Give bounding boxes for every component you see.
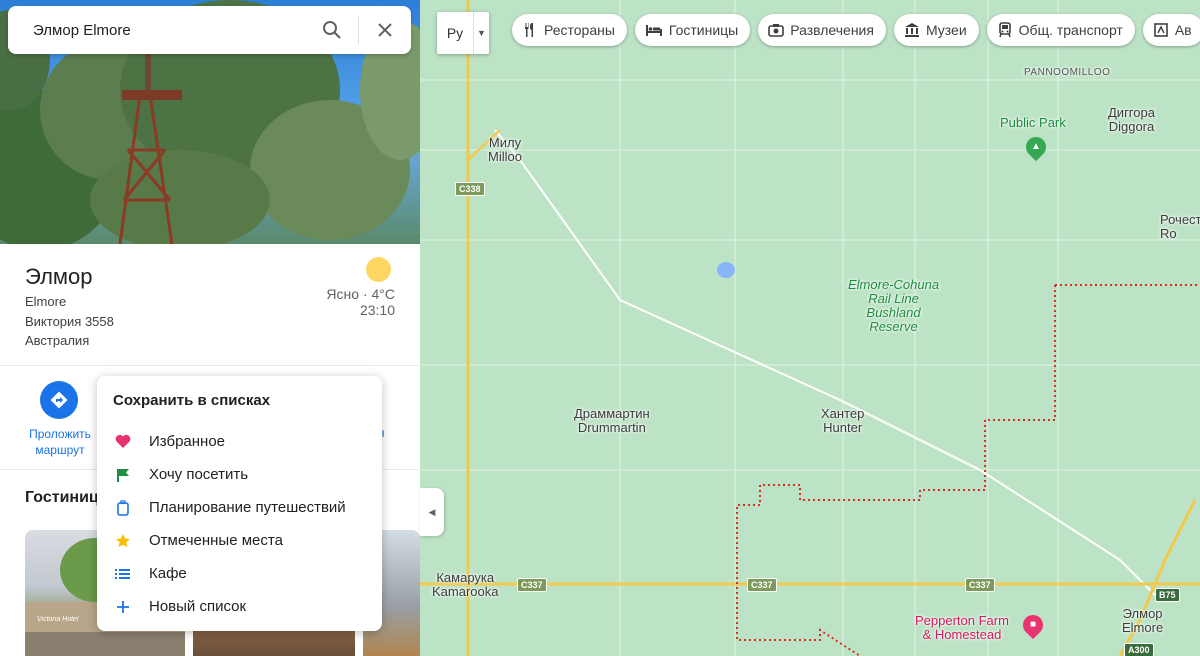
- hotels-heading: Гостиниц: [25, 489, 99, 506]
- save-to-list-menu: Сохранить в списках Избранное Хочу посет…: [97, 376, 382, 631]
- restaurant-icon: [525, 23, 533, 37]
- directions-button[interactable]: [40, 381, 78, 419]
- close-button[interactable]: [359, 6, 411, 54]
- address-line-1: Elmore: [25, 294, 67, 309]
- map-label-public-park[interactable]: Public Park: [1000, 116, 1066, 130]
- category-chips: Рестораны Гостиницы Развлечения Музеи Об…: [512, 14, 1200, 46]
- chip-entertainment[interactable]: Развлечения: [758, 14, 886, 46]
- chip-label: Развлечения: [790, 22, 874, 38]
- chip-label: Музеи: [925, 22, 967, 38]
- menu-item-label: Хочу посетить: [149, 466, 249, 483]
- menu-item-label: Планирование путешествий: [149, 499, 346, 516]
- chip-museums[interactable]: Музеи: [893, 14, 979, 46]
- map-label-pepperton-farm[interactable]: Pepperton Farm & Homestead: [915, 614, 1009, 642]
- map-label-elmore[interactable]: Элмор Elmore: [1122, 607, 1163, 635]
- map-label-elmore-cohuna-reserve[interactable]: Elmore-Cohuna Rail Line Bushland Reserve: [848, 278, 939, 334]
- layer-toggle-label: Ру: [446, 25, 464, 41]
- menu-item-label: Новый список: [149, 598, 247, 615]
- road-shield-a300: A300: [1124, 643, 1154, 656]
- plus-icon: [117, 600, 129, 613]
- search-button[interactable]: [306, 6, 358, 54]
- road-shield-c338: C338: [455, 182, 485, 196]
- sun-icon: [366, 257, 391, 282]
- road-shield-c337: C337: [965, 578, 995, 592]
- menu-item-cafe[interactable]: Кафе: [97, 557, 382, 590]
- chip-hotels[interactable]: Гостиницы: [634, 14, 751, 46]
- suitcase-icon: [117, 499, 129, 516]
- flag-icon: [117, 468, 129, 482]
- chip-label: Гостиницы: [668, 22, 739, 38]
- map-label-pannoomilloo: PANNOOMILLOO: [1024, 67, 1111, 78]
- chip-more[interactable]: Ав: [1142, 14, 1200, 46]
- weather-time: 23:10: [359, 302, 395, 318]
- address-line-2: Виктория 3558: [25, 314, 114, 329]
- chevron-down-icon[interactable]: ▼: [473, 12, 489, 54]
- collapse-panel-button[interactable]: ◀: [420, 488, 444, 536]
- list-icon: [115, 568, 130, 579]
- hotel-sign-text: Victoria Hotel: [37, 616, 79, 623]
- menu-item-label: Кафе: [149, 565, 187, 582]
- museum-icon: [904, 23, 919, 37]
- more-icon: [1154, 23, 1168, 37]
- map-label-rochester[interactable]: Рочесте Ro: [1160, 213, 1200, 241]
- hotel-pin-icon[interactable]: ■: [1018, 610, 1048, 640]
- menu-item-want-to-go[interactable]: Хочу посетить: [97, 458, 382, 491]
- hotel-icon: [645, 25, 662, 36]
- address-line-3: Австралия: [25, 333, 90, 348]
- map-label-kamarooka[interactable]: Камарука Kamarooka: [432, 571, 498, 599]
- menu-item-favorites[interactable]: Избранное: [97, 425, 382, 458]
- chevron-left-icon: ◀: [428, 506, 436, 517]
- place-info: Элмор Elmore Виктория 3558 Австралия Ясн…: [0, 244, 420, 366]
- camera-icon: [768, 24, 785, 37]
- menu-item-starred-places[interactable]: Отмеченные места: [97, 524, 382, 557]
- transit-icon: [998, 22, 1011, 38]
- map-label-diggora[interactable]: Диггора Diggora: [1108, 106, 1155, 134]
- directions-label[interactable]: Проложить маршрут: [20, 426, 100, 458]
- map-label-milloo[interactable]: Милу Milloo: [488, 136, 522, 164]
- chip-label: Ав: [1174, 22, 1192, 38]
- menu-item-travel-plans[interactable]: Планирование путешествий: [97, 491, 382, 524]
- menu-item-new-list[interactable]: Новый список: [97, 590, 382, 623]
- weather-condition: Ясно · 4°C: [326, 286, 395, 302]
- search-box[interactable]: [8, 6, 411, 54]
- road-shield-c337: C337: [747, 578, 777, 592]
- chip-label: Рестораны: [544, 22, 615, 38]
- place-title: Элмор: [25, 264, 93, 289]
- chip-restaurants[interactable]: Рестораны: [512, 14, 627, 46]
- map-label-drummartin[interactable]: Драммартин Drummartin: [574, 407, 650, 435]
- menu-item-label: Избранное: [149, 433, 226, 450]
- heart-icon: [115, 434, 131, 448]
- road-shield-b75: B75: [1155, 588, 1180, 602]
- close-icon: [378, 23, 392, 37]
- park-pin-icon[interactable]: ▲: [1021, 132, 1051, 162]
- directions-icon: [50, 391, 68, 409]
- star-icon: [116, 533, 130, 547]
- chip-transit[interactable]: Общ. транспорт: [986, 14, 1135, 46]
- search-input[interactable]: [8, 21, 306, 39]
- chip-label: Общ. транспорт: [1018, 22, 1123, 38]
- road-shield-c337: C337: [517, 578, 547, 592]
- language-layer-toggle[interactable]: Ру ▼: [437, 12, 489, 54]
- menu-item-label: Отмеченные места: [149, 532, 283, 549]
- save-menu-title: Сохранить в списках: [113, 392, 271, 409]
- map-canvas[interactable]: PANNOOMILLOO Милу Milloo Public Park ▲ Д…: [420, 0, 1200, 656]
- map-roads: [420, 0, 1200, 656]
- map-label-hunter[interactable]: Хантер Hunter: [821, 407, 864, 435]
- search-icon: [323, 21, 341, 39]
